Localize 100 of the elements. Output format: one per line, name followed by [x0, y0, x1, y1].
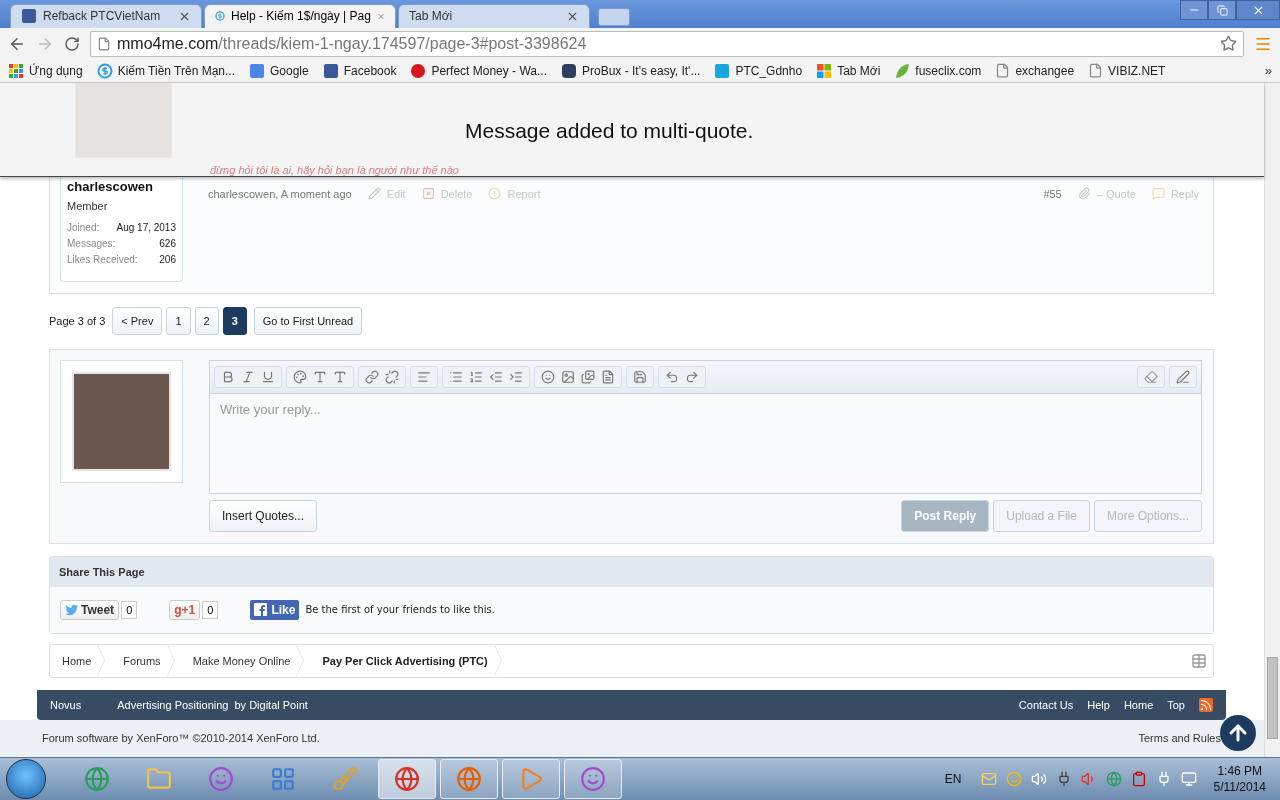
indent-icon[interactable]: [509, 369, 523, 384]
stat-value: 206: [159, 253, 176, 265]
footer-link[interactable]: Advertising Positioning: [117, 698, 229, 711]
image-icon[interactable]: [561, 369, 575, 384]
reload-icon[interactable]: [64, 35, 80, 52]
language-indicator[interactable]: EN: [944, 772, 962, 786]
taskbar-button[interactable]: [502, 759, 560, 799]
user-title: Member: [67, 199, 109, 212]
underline-icon[interactable]: [261, 369, 275, 384]
footer-link[interactable]: Top: [1167, 698, 1185, 711]
address-bar[interactable]: mmo4me.com/threads/kiem-1-ngay.174597/page-3#post-3398624: [90, 30, 1244, 57]
control-panel-icon: [270, 766, 296, 792]
paint-brush-icon: [332, 766, 358, 792]
font-icon[interactable]: [333, 369, 347, 384]
like-button[interactable]: Like: [250, 599, 300, 620]
mail-icon[interactable]: [980, 771, 997, 787]
table-icon[interactable]: [1191, 652, 1207, 669]
copyright-text: Forum software by XenForo™ ©2010-2014 XenForo Ltd.: [42, 732, 320, 745]
first-unread-button[interactable]: Go to First Unread: [253, 306, 363, 335]
reply-input[interactable]: Write your reply...: [209, 393, 1202, 494]
page-number-button[interactable]: 3: [222, 306, 247, 335]
like-prompt: Be the first of your friends to like this.: [305, 604, 495, 616]
prev-page-button[interactable]: < Prev: [112, 306, 163, 335]
insert-quotes-button[interactable]: Insert Quotes...: [209, 499, 318, 532]
close-button[interactable]: [1236, 0, 1280, 20]
start-button[interactable]: [6, 759, 46, 799]
notification-message: Message added to multi-quote.: [465, 118, 754, 143]
taskbar-button[interactable]: [564, 759, 622, 799]
browser-tab[interactable]: Tab Mới: [398, 3, 590, 28]
tweet-button[interactable]: Tweet: [60, 599, 120, 620]
bookmark[interactable]: ProBux - It's easy, It'...: [561, 62, 701, 79]
bookmark[interactable]: fuseclix.com: [894, 62, 982, 79]
site-icon: [714, 62, 731, 79]
bookmark[interactable]: Google: [249, 62, 309, 79]
taskbar-button[interactable]: [378, 759, 436, 799]
restore-button[interactable]: [1208, 0, 1236, 20]
save-icon[interactable]: [633, 369, 647, 384]
footer-link[interactable]: Home: [1123, 698, 1154, 711]
speaker-icon[interactable]: [1030, 771, 1047, 787]
share-count: 0: [121, 600, 138, 619]
numbered-list-icon[interactable]: [469, 369, 483, 384]
star-icon[interactable]: [1220, 35, 1237, 53]
smiley-icon[interactable]: [541, 369, 555, 384]
bird-icon: [65, 603, 79, 616]
more-bookmarks[interactable]: »: [1264, 63, 1272, 79]
link-icon[interactable]: [365, 369, 379, 384]
folder-icon: [146, 766, 172, 792]
footer-link[interactable]: Help: [1087, 698, 1110, 711]
bookmark[interactable]: exchangee: [995, 63, 1075, 79]
breadcrumb-link[interactable]: Pay Per Click Advertising (PTC): [310, 644, 508, 677]
media-icon[interactable]: [581, 369, 595, 384]
new-tab-button[interactable]: [598, 7, 630, 26]
share-title: Share This Page: [50, 556, 1213, 587]
terms-link[interactable]: Terms and Rules: [1138, 732, 1221, 745]
post-byline: charlescowen, A moment ago: [208, 187, 352, 200]
minimize-button[interactable]: [1180, 0, 1208, 20]
breadcrumb-link[interactable]: Make Money Online: [180, 644, 311, 677]
bullet-list-icon[interactable]: [449, 369, 463, 384]
username[interactable]: charlescowen: [67, 178, 176, 194]
rss-icon[interactable]: [1199, 697, 1213, 712]
footer-link[interactable]: by Digital Point: [234, 698, 308, 711]
delete-icon: [421, 187, 435, 201]
plus-one-button[interactable]: g+1: [169, 599, 201, 620]
page-number-button[interactable]: 2: [194, 306, 219, 335]
outdent-icon[interactable]: [489, 369, 503, 384]
bookmark[interactable]: Kiếm Tiền Trên Mạn...: [96, 62, 235, 79]
bookmark[interactable]: Perfect Money - Wa...: [410, 62, 547, 79]
footer-link[interactable]: Contact Us: [1018, 698, 1074, 711]
four-squares-icon: [816, 62, 833, 79]
code-icon[interactable]: [601, 369, 615, 384]
font-size-icon[interactable]: [313, 369, 327, 384]
bookmark[interactable]: VIBIZ.NET: [1088, 63, 1166, 79]
palette-icon[interactable]: [293, 369, 307, 384]
page-number-button[interactable]: 1: [166, 306, 191, 335]
monitor-icon[interactable]: [1180, 771, 1197, 787]
clock[interactable]: 1:46 PM 5/11/2014: [1213, 764, 1266, 794]
bookmark[interactable]: Facebook: [322, 62, 397, 79]
redo-icon[interactable]: [685, 369, 699, 384]
bookmark[interactable]: PTC_Gdnho: [714, 62, 803, 79]
footer-link[interactable]: Novus: [50, 698, 82, 711]
bookmark[interactable]: Tab Mới: [816, 62, 881, 79]
page-icon: [995, 63, 1011, 79]
post-number[interactable]: #55: [1043, 187, 1062, 200]
breadcrumb-link[interactable]: Forums: [111, 644, 181, 677]
browser-tab[interactable]: Refback PTCVietNam: [10, 3, 202, 28]
paperclip-icon: [1077, 187, 1091, 201]
clipboard-icon[interactable]: [1130, 771, 1147, 787]
stat-label: Joined:: [67, 221, 100, 233]
breadcrumb-link[interactable]: Home: [50, 644, 112, 677]
bookmark[interactable]: Ứng dụng: [8, 62, 83, 79]
align-icon[interactable]: [417, 369, 431, 384]
pen-icon[interactable]: [1176, 369, 1190, 384]
taskbar-button[interactable]: [440, 759, 498, 799]
scrollbar-thumb[interactable]: [1267, 657, 1278, 740]
undo-icon[interactable]: [665, 369, 679, 384]
unlink-icon[interactable]: [385, 369, 399, 384]
browser-tab[interactable]: Help - Kiếm 1$/ngày | Pag: [204, 3, 396, 28]
bold-icon[interactable]: [221, 369, 235, 384]
eraser-icon[interactable]: [1144, 369, 1158, 384]
italic-icon[interactable]: [241, 369, 255, 384]
